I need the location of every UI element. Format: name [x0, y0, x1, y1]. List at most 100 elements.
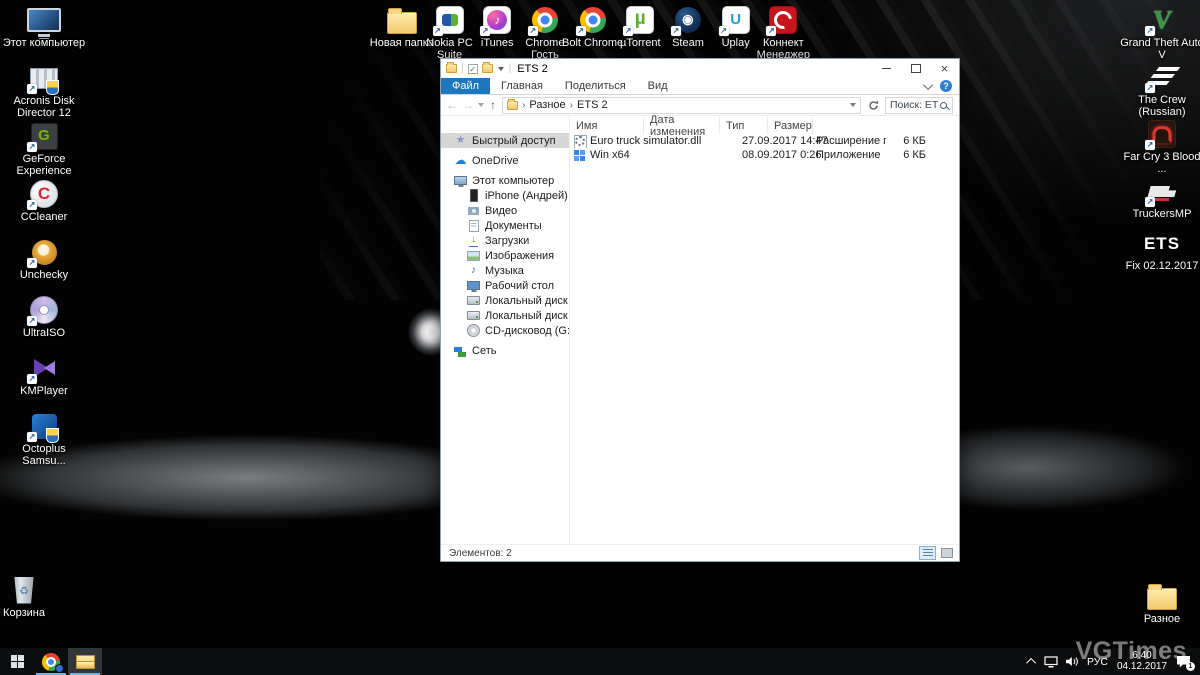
desktop-icon[interactable]: Bolt Chrome [569, 5, 617, 61]
language-indicator[interactable]: РУС [1087, 656, 1108, 668]
sidebar-item[interactable]: iPhone (Андрей) [441, 188, 569, 203]
desktop-icon[interactable]: Acronis Disk Director 12 [0, 63, 88, 121]
help-icon[interactable]: ? [940, 80, 952, 92]
documents-icon [467, 219, 480, 232]
desktop-icons-left-column: Этот компьютер Acronis Disk Director 12 … [0, 5, 88, 469]
sidebar-item-label: Сеть [472, 345, 496, 357]
sidebar-item[interactable]: Музыка [441, 263, 569, 278]
sidebar-item-label: Загрузки [485, 235, 529, 247]
breadcrumb-item[interactable]: ›Разное [522, 99, 566, 111]
history-dropdown-icon[interactable] [478, 103, 484, 107]
sidebar-item[interactable]: Изображения [441, 248, 569, 263]
desktop-icons-top-row: Новая папка Nokia PC Suite iTunes Chrome… [378, 5, 808, 61]
start-button[interactable] [0, 648, 34, 675]
action-center-icon[interactable]: 1 [1176, 655, 1192, 669]
volume-icon[interactable] [1066, 656, 1079, 667]
farcry-icon [1145, 119, 1179, 149]
taskbar-explorer-button[interactable] [68, 648, 102, 675]
address-dropdown-icon[interactable] [850, 103, 856, 107]
file-type: Расширение при... [810, 135, 886, 147]
ribbon-tab[interactable]: Файл [441, 78, 490, 94]
ribbon-tab[interactable]: Поделиться [554, 78, 637, 94]
sidebar-item[interactable]: OneDrive [441, 153, 569, 168]
sidebar-item[interactable]: Загрузки [441, 233, 569, 248]
explorer-window: | | ETS 2 × Файл Главная Поделиться Вид … [440, 58, 960, 562]
desktop-icon[interactable]: UltraISO [0, 295, 88, 353]
desktop-icon[interactable]: Far Cry 3 Blood ... [1118, 119, 1200, 176]
desktop-icon[interactable]: Коннект Менеджер [760, 5, 808, 61]
desktop-icon[interactable]: GeForce Experience [0, 121, 88, 179]
music-icon [467, 264, 480, 277]
sidebar-item[interactable]: Локальный диск (E:) [441, 308, 569, 323]
sidebar-item[interactable]: Быстрый доступ [441, 133, 569, 148]
desktop-icon[interactable]: µTorrent [616, 5, 664, 61]
forward-button-icon[interactable]: → [462, 98, 474, 112]
desktop-icon[interactable]: Octoplus Samsu... [0, 411, 88, 469]
sidebar-item[interactable]: CD-дисковод (G:) [441, 323, 569, 338]
back-button-icon[interactable]: ← [446, 98, 458, 112]
column-header[interactable]: Размер [768, 117, 813, 134]
search-icon [940, 102, 949, 111]
desktop-icon[interactable]: Nokia PC Suite [426, 5, 474, 61]
misc-folder[interactable]: Разное [1134, 581, 1190, 625]
desktop-icon-label: Grand Theft Auto V [1119, 37, 1200, 61]
ribbon-right-controls: ? [926, 78, 959, 94]
file-size: 6 КБ [886, 149, 934, 161]
recycle-bin[interactable]: Корзина [0, 575, 52, 619]
desktop-icon[interactable]: The Crew (Russian) [1118, 62, 1200, 119]
search-box[interactable] [885, 97, 953, 114]
details-view-button[interactable] [919, 546, 936, 560]
quick-access-icon [454, 134, 467, 147]
sidebar-item[interactable]: Сеть [441, 343, 569, 358]
sidebar-item[interactable]: Этот компьютер [441, 173, 569, 188]
minimize-button[interactable] [872, 59, 901, 78]
file-rows: Euro truck simulator.dll 27.09.2017 14:4… [570, 134, 959, 162]
new-folder-icon[interactable] [482, 64, 493, 73]
sidebar-item[interactable]: Локальный диск (C:) [441, 293, 569, 308]
breadcrumb-item[interactable]: ›ETS 2 [570, 99, 608, 111]
network-icon[interactable] [1044, 656, 1058, 668]
desktop-icon-label: Octoplus Samsu... [1, 443, 87, 467]
sidebar-item[interactable]: Видео [441, 203, 569, 218]
column-header[interactable]: Дата изменения [644, 117, 720, 134]
clock-date: 04.12.2017 [1116, 662, 1168, 673]
desktop-icon[interactable]: Chrome Гость [521, 5, 569, 61]
desktop-icon[interactable]: Steam [664, 5, 712, 61]
file-row[interactable]: Euro truck simulator.dll 27.09.2017 14:4… [570, 134, 959, 148]
desktop-icon-label: Разное [1134, 613, 1190, 625]
unchecky-icon [27, 237, 61, 267]
desktop-icon[interactable]: Grand Theft Auto V [1118, 5, 1200, 62]
close-button[interactable]: × [930, 59, 959, 78]
ets-shortcut-label[interactable]: Fix 02.12.2017 [1110, 260, 1200, 272]
desktop-icon[interactable]: TruckersMP [1118, 176, 1200, 233]
clock[interactable]: 6:40 04.12.2017 [1116, 651, 1168, 672]
maximize-button[interactable] [901, 59, 930, 78]
konnekt-icon [766, 5, 800, 35]
sidebar-item[interactable]: Документы [441, 218, 569, 233]
large-icons-view-button[interactable] [938, 546, 955, 560]
title-bar[interactable]: | | ETS 2 × [441, 59, 959, 78]
ribbon-tab[interactable]: Вид [637, 78, 679, 94]
tray-expand-icon[interactable] [1026, 658, 1036, 668]
up-button-icon[interactable]: ↑ [490, 98, 496, 112]
sidebar-item[interactable]: Рабочий стол [441, 278, 569, 293]
desktop-icon-label: UltraISO [1, 327, 87, 339]
taskbar-chrome-button[interactable] [34, 648, 68, 675]
ribbon-collapse-icon[interactable] [923, 80, 933, 90]
ribbon-tab[interactable]: Главная [490, 78, 554, 94]
file-row[interactable]: Win x64 08.09.2017 0:26 Приложение 6 КБ [570, 148, 959, 162]
qat-separator: | [509, 63, 512, 74]
desktop-icon-label: The Crew (Russian) [1119, 94, 1200, 118]
column-header[interactable]: Имя [570, 117, 644, 134]
desktop-icon[interactable]: Этот компьютер [0, 5, 88, 63]
desktop-icon-label: Корзина [0, 607, 52, 619]
refresh-icon[interactable] [865, 97, 881, 113]
properties-icon[interactable] [468, 64, 478, 74]
desktop-icon[interactable]: CCleaner [0, 179, 88, 237]
desktop-icon[interactable]: Unchecky [0, 237, 88, 295]
address-breadcrumb[interactable]: ›Разное ›ETS 2 [502, 97, 861, 114]
desktop-icon[interactable]: KMPlayer [0, 353, 88, 411]
ets-shortcut[interactable]: ETS [1118, 234, 1200, 254]
column-header[interactable]: Тип [720, 117, 768, 134]
qat-dropdown-icon[interactable] [498, 67, 504, 71]
